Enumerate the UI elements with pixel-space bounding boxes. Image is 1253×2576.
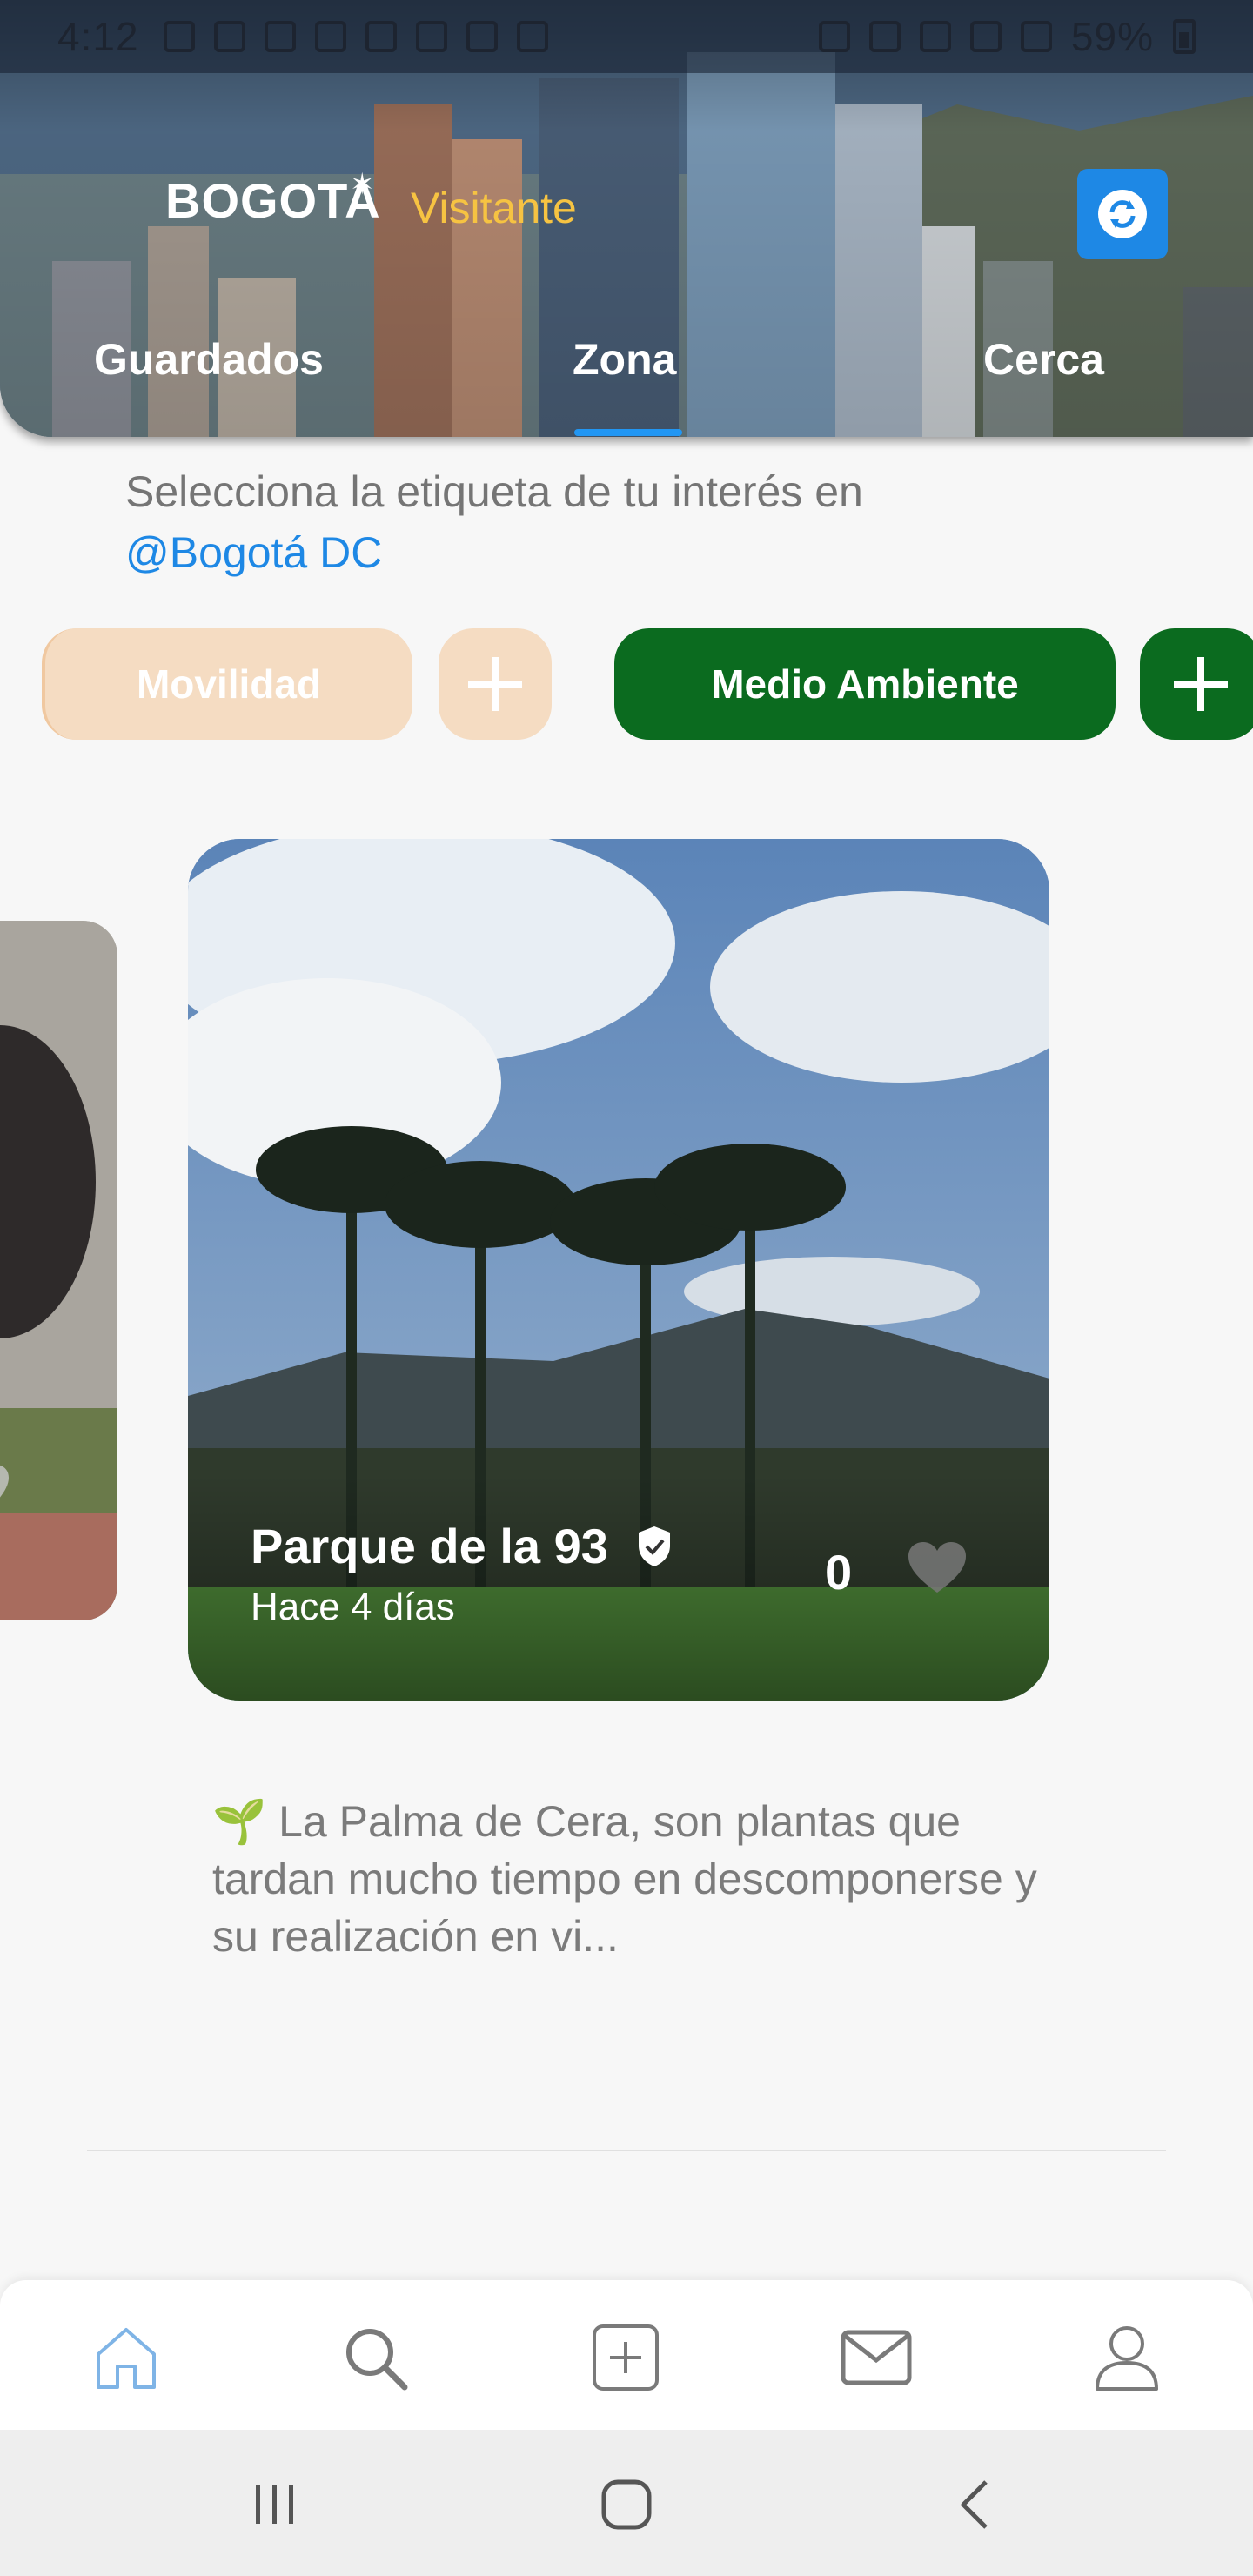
bottom-navigation [0, 2280, 1253, 2430]
nav-profile[interactable] [1088, 2318, 1166, 2397]
tab-guardados[interactable]: Guardados [94, 334, 324, 385]
app-icon [365, 21, 397, 52]
nav-add-post[interactable] [586, 2318, 665, 2397]
music-icon [466, 21, 498, 52]
post-title: Parque de la 93 [251, 1519, 608, 1573]
handshake-icon [264, 21, 296, 52]
image-icon [516, 21, 548, 52]
heart-icon[interactable] [907, 1540, 968, 1596]
previous-post-card[interactable] [0, 921, 117, 1620]
profile-icon [1096, 2326, 1158, 2391]
tag-label: Movilidad [136, 661, 322, 707]
active-tab-indicator [574, 429, 682, 436]
home-button-icon [601, 2479, 652, 2530]
wifi-icon [919, 21, 951, 52]
tag-movilidad[interactable]: Movilidad [42, 628, 412, 740]
verified-badge-icon [639, 1526, 670, 1566]
add-icon [593, 2324, 659, 2391]
plus-icon [1174, 657, 1228, 711]
like-count: 0 [825, 1545, 853, 1600]
battery-icon [1173, 19, 1196, 54]
status-time: 4:12 [57, 14, 139, 59]
tag-medio-ambiente[interactable]: Medio Ambiente [614, 628, 1116, 740]
status-bar: 4:12 59% [0, 0, 1253, 73]
system-navigation-bar [0, 2430, 1253, 2576]
search-icon [346, 2329, 408, 2391]
signal-icon [1020, 21, 1052, 52]
add-tag-movilidad-button[interactable] [439, 628, 552, 740]
nav-search[interactable] [336, 2318, 414, 2397]
tab-zona[interactable]: Zona [573, 334, 676, 385]
calendar-icon [163, 21, 195, 52]
home-button[interactable] [592, 2470, 661, 2539]
intro-label: Selecciona la etiqueta de tu interés en [125, 467, 863, 516]
refresh-button[interactable] [1077, 169, 1168, 259]
post-card[interactable]: Parque de la 93 Hace 4 días 0 [188, 839, 1049, 1701]
calendar-icon [213, 21, 245, 52]
back-button[interactable] [941, 2470, 1011, 2539]
volte-icon [969, 21, 1002, 52]
notification-icons [163, 21, 548, 52]
recent-apps-button[interactable] [240, 2470, 310, 2539]
bogota-dc-link[interactable]: @Bogotá DC [125, 522, 863, 583]
diamond-icon [314, 21, 346, 52]
logo-star-icon: ✶ [350, 168, 375, 201]
post-time: Hace 4 días [251, 1586, 455, 1628]
battery-percent: 59% [1070, 14, 1154, 59]
nav-messages[interactable] [837, 2318, 915, 2397]
mail-icon [841, 2330, 912, 2385]
add-tag-medio-ambiente-button[interactable] [1140, 628, 1253, 740]
back-icon [961, 2480, 988, 2529]
divider [87, 2150, 1166, 2151]
post-photo [0, 921, 117, 1620]
home-icon [97, 2328, 156, 2389]
user-role-label: Visitante [411, 184, 577, 232]
post-description[interactable]: 🌱 La Palma de Cera, son plantas que tard… [212, 1793, 1065, 1965]
nfc-icon [818, 21, 850, 52]
bogota-logo: BOGOTA [165, 173, 381, 228]
refresh-icon [1098, 190, 1147, 238]
nav-home[interactable] [87, 2318, 165, 2397]
gmail-icon [415, 21, 447, 52]
plus-icon [468, 657, 522, 711]
mute-icon [868, 21, 901, 52]
tag-label: Medio Ambiente [711, 661, 1019, 707]
tab-cerca[interactable]: Cerca [983, 334, 1104, 385]
recent-apps-icon [256, 2485, 293, 2524]
intro-text: Selecciona la etiqueta de tu interés en … [125, 461, 863, 583]
